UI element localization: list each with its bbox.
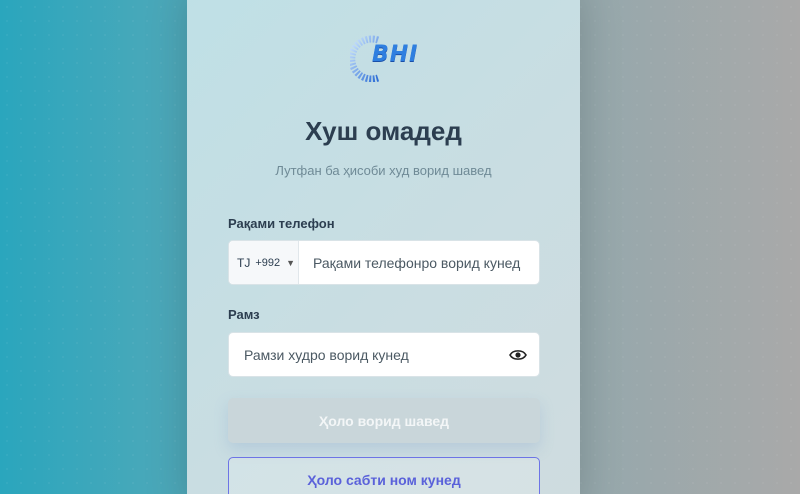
phone-input[interactable]: Рақами телефонро ворид кунед: [299, 255, 539, 271]
phone-field: TJ +992 ▼ Рақами телефонро ворид кунед: [228, 240, 540, 285]
page-title: Хуш омадед: [305, 116, 462, 146]
register-button[interactable]: Ҳоло сабти ном кунед: [228, 457, 540, 494]
eye-icon[interactable]: [509, 347, 527, 363]
password-placeholder: Рамзи худро ворид кунед: [244, 346, 409, 363]
logo-text: BHI: [372, 42, 419, 67]
country-iso: TJ: [237, 255, 251, 270]
bhi-logo-icon: BHI: [350, 34, 430, 82]
login-button[interactable]: Ҳоло ворид шавед: [228, 398, 540, 443]
phone-label: Рақами телефон: [228, 216, 335, 231]
login-card: BHI Хуш омадед Лутфан ба ҳисоби худ вори…: [187, 0, 580, 494]
chevron-down-icon: ▼: [286, 257, 296, 268]
password-input[interactable]: Рамзи худро ворид кунед: [228, 332, 540, 377]
country-dial-code: +992: [255, 256, 281, 269]
country-code-select[interactable]: TJ +992 ▼: [229, 241, 299, 284]
password-label: Рамз: [228, 307, 260, 322]
page-subtitle: Лутфан ба ҳисоби худ ворид шавед: [275, 163, 492, 178]
